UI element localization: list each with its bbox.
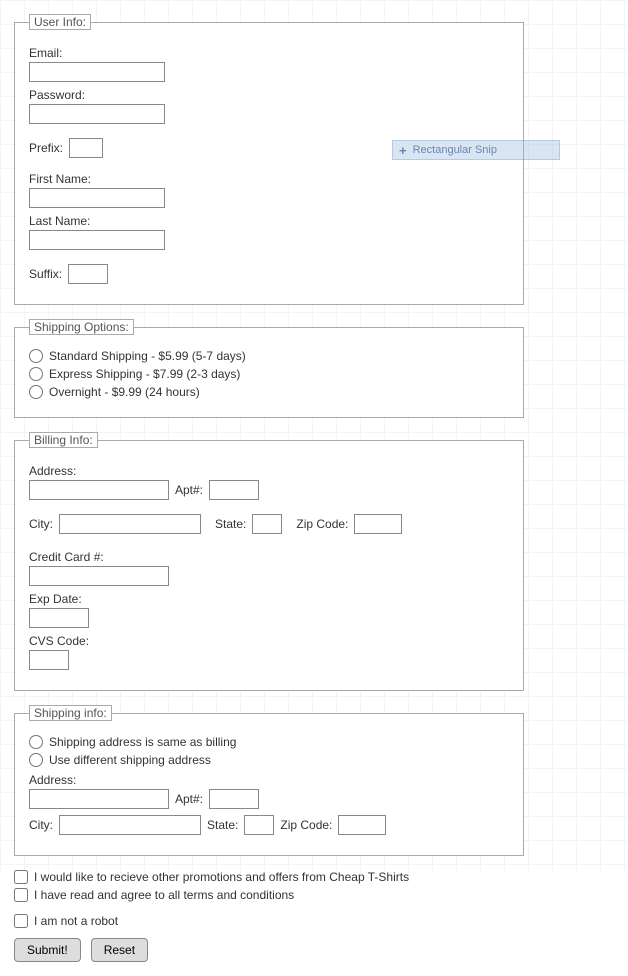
shipping-zip-label: Zip Code: (280, 818, 332, 832)
promo-checkbox[interactable] (14, 870, 28, 884)
shipping-express-radio[interactable] (29, 367, 43, 381)
shipping-city-label: City: (29, 818, 53, 832)
billing-zip-label: Zip Code: (296, 517, 348, 531)
robot-label: I am not a robot (34, 914, 118, 928)
firstname-field[interactable] (29, 188, 165, 208)
shipping-info-legend: Shipping info: (29, 705, 112, 721)
email-field[interactable] (29, 62, 165, 82)
shipping-apt-field[interactable] (209, 789, 259, 809)
prefix-label: Prefix: (29, 141, 63, 155)
billing-info-legend: Billing Info: (29, 432, 98, 448)
password-field[interactable] (29, 104, 165, 124)
billing-state-field[interactable] (252, 514, 282, 534)
shipping-standard-label: Standard Shipping - $5.99 (5-7 days) (49, 349, 246, 363)
shipping-options-fieldset: Shipping Options: Standard Shipping - $5… (14, 319, 524, 418)
shipping-state-label: State: (207, 818, 238, 832)
cc-field[interactable] (29, 566, 169, 586)
submit-button[interactable]: Submit! (14, 938, 81, 962)
shipping-address-label: Address: (29, 773, 509, 787)
cvs-field[interactable] (29, 650, 69, 670)
billing-info-fieldset: Billing Info: Address: Apt#: City: State… (14, 432, 524, 691)
lastname-label: Last Name: (29, 214, 509, 228)
reset-button[interactable]: Reset (91, 938, 148, 962)
shipping-address-field[interactable] (29, 789, 169, 809)
terms-label: I have read and agree to all terms and c… (34, 888, 294, 902)
user-info-legend: User Info: (29, 14, 91, 30)
billing-zip-field[interactable] (354, 514, 402, 534)
shipping-zip-field[interactable] (338, 815, 386, 835)
billing-apt-field[interactable] (209, 480, 259, 500)
shipping-standard-radio[interactable] (29, 349, 43, 363)
shipping-express-label: Express Shipping - $7.99 (2-3 days) (49, 367, 240, 381)
terms-checkbox[interactable] (14, 888, 28, 902)
shipping-same-radio[interactable] (29, 735, 43, 749)
billing-state-label: State: (215, 517, 246, 531)
firstname-label: First Name: (29, 172, 509, 186)
shipping-overnight-radio[interactable] (29, 385, 43, 399)
lastname-field[interactable] (29, 230, 165, 250)
cc-label: Credit Card #: (29, 550, 509, 564)
billing-address-field[interactable] (29, 480, 169, 500)
billing-apt-label: Apt#: (175, 483, 203, 497)
billing-city-label: City: (29, 517, 53, 531)
shipping-state-field[interactable] (244, 815, 274, 835)
cvs-label: CVS Code: (29, 634, 509, 648)
shipping-diff-radio[interactable] (29, 753, 43, 767)
shipping-options-legend: Shipping Options: (29, 319, 134, 335)
shipping-city-field[interactable] (59, 815, 201, 835)
promo-label: I would like to recieve other promotions… (34, 870, 409, 884)
shipping-diff-label: Use different shipping address (49, 753, 211, 767)
user-info-fieldset: User Info: Email: Password: Prefix: Firs… (14, 14, 524, 305)
suffix-field[interactable] (68, 264, 108, 284)
prefix-field[interactable] (69, 138, 103, 158)
shipping-info-fieldset: Shipping info: Shipping address is same … (14, 705, 524, 856)
password-label: Password: (29, 88, 509, 102)
robot-checkbox[interactable] (14, 914, 28, 928)
suffix-label: Suffix: (29, 267, 62, 281)
shipping-apt-label: Apt#: (175, 792, 203, 806)
shipping-same-label: Shipping address is same as billing (49, 735, 236, 749)
billing-address-label: Address: (29, 464, 509, 478)
email-label: Email: (29, 46, 509, 60)
billing-city-field[interactable] (59, 514, 201, 534)
exp-label: Exp Date: (29, 592, 509, 606)
shipping-overnight-label: Overnight - $9.99 (24 hours) (49, 385, 200, 399)
exp-field[interactable] (29, 608, 89, 628)
